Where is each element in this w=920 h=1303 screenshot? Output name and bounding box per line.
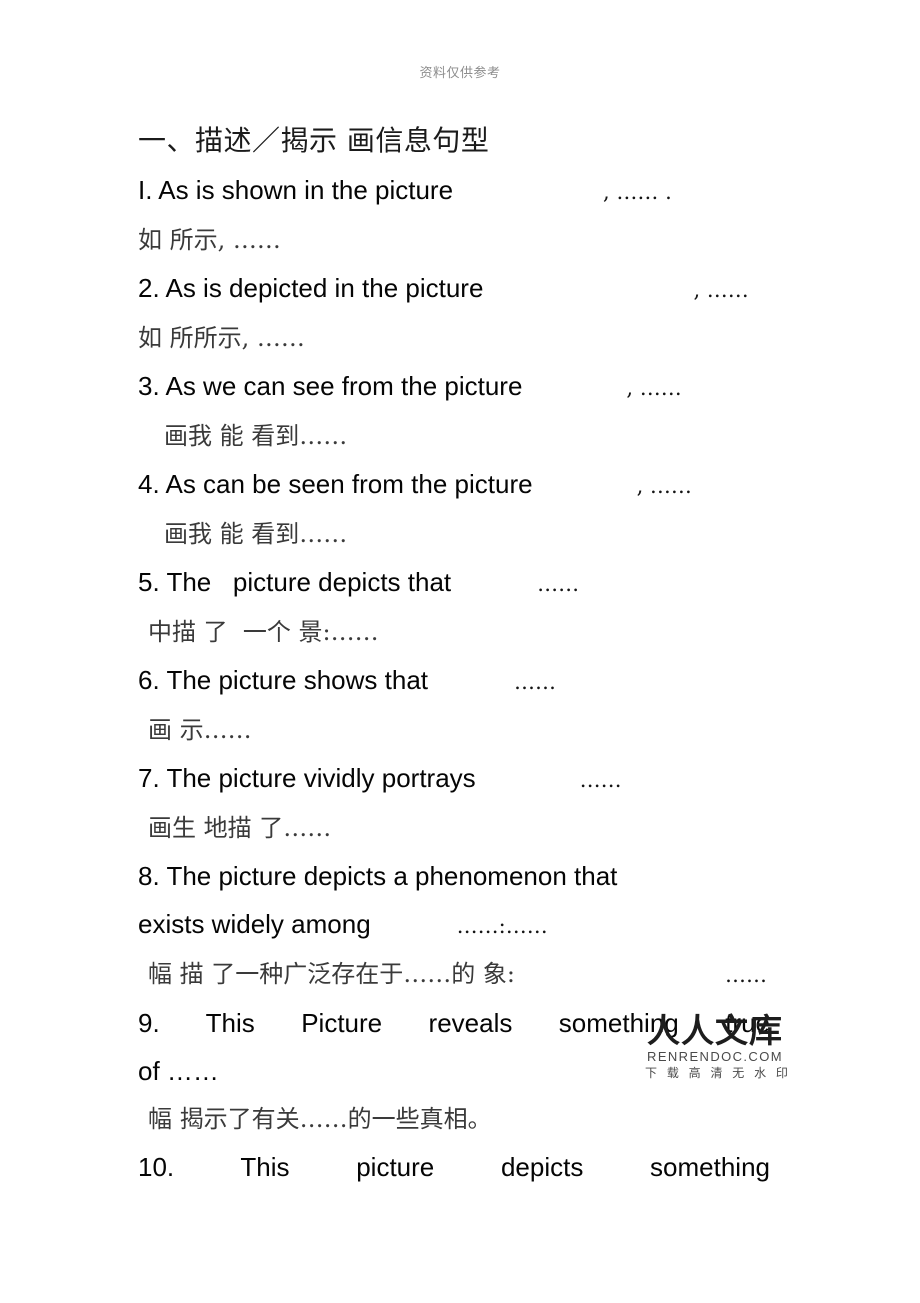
list-item-cn: 画 示…… [148,716,252,744]
item-6-english-suffix: …… [514,670,557,694]
list-item-en: 3. As we can see from the picture , …… [138,362,788,412]
item-2-english: 2. As is depicted in the picture [138,273,484,303]
item-5-english-suffix: …… [537,572,580,596]
item-1-english-suffix: , …… . [603,180,672,204]
list-item-en: 9. This Picture reveals something true [138,1008,770,1038]
list-item-cn: 画生 地描 了…… [148,814,332,842]
item-8-english: exists widely among [138,909,371,939]
list-item-cn: 如 所所示, …… [138,324,305,352]
list-item-en: 4. As can be seen from the picture , …… [138,460,788,510]
document-body: 一、描述／揭示 画信息句型 I. As is shown in the pict… [138,118,788,1191]
item-4-english-suffix: , …… [636,474,692,498]
list-item-cn: 如 所示, …… [138,226,281,254]
list-item-en: 6. The picture shows that …… [138,656,788,706]
list-item-en: 10. This picture depicts something [138,1152,770,1182]
item-8-chinese: 幅 描 了一种广泛存在于……的 象: [148,960,515,988]
item-8-chinese-tail: …… [724,963,767,987]
list-item-en: exists widely among ……:…… [138,900,788,950]
list-item-en: of …… [138,1056,219,1086]
item-7-english-suffix: …… [579,768,622,792]
document-page: 资料仅供参考 一、描述／揭示 画信息句型 I. As is shown in t… [0,0,920,1303]
item-7-english: 7. The picture vividly portrays [138,763,476,793]
list-item-en: 7. The picture vividly portrays …… [138,754,788,804]
list-item-en: 5. The picture depicts that …… [138,558,788,608]
list-item-en: 8. The picture depicts a phenomenon that [138,861,618,891]
item-6-english: 6. The picture shows that [138,665,429,695]
item-3-english: 3. As we can see from the picture [138,371,523,401]
list-item-cn: 画我 能 看到…… [164,422,348,450]
list-item-cn: 中描 了 一个 景:…… [148,618,379,646]
list-item-cn: 幅 描 了一种广泛存在于……的 象: …… [138,950,788,999]
item-5-english: 5. The picture depicts that [138,567,452,597]
list-item-en: I. As is shown in the picture , …… . [138,166,788,216]
item-4-english: 4. As can be seen from the picture [138,469,533,499]
item-2-english-suffix: , …… [693,278,749,302]
page-header-note: 资料仅供参考 [419,66,501,81]
list-item-cn: 画我 能 看到…… [164,520,348,548]
item-1-english: I. As is shown in the picture [138,175,454,205]
item-8-english-suffix: ……:…… [456,914,548,938]
section-title: 一、描述／揭示 画信息句型 [138,124,490,157]
list-item-cn: 幅 揭示了有关……的一些真相。 [148,1105,492,1133]
item-3-english-suffix: , …… [626,376,682,400]
list-item-en: 2. As is depicted in the picture , …… [138,264,788,314]
